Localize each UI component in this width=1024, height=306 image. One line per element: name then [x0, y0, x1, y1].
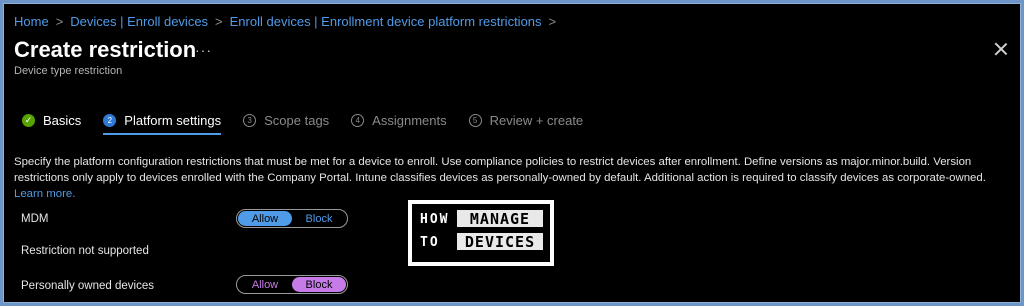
breadcrumb: Home > Devices | Enroll devices > Enroll dev…: [14, 14, 563, 29]
page-title: Create restriction: [14, 37, 197, 62]
description-text: Specify the platform configuration restr…: [14, 154, 1018, 202]
breadcrumb-separator: >: [548, 14, 557, 29]
page-subtitle: Device type restriction: [14, 65, 123, 77]
mdm-toggle[interactable]: Allow Block: [236, 209, 348, 228]
personally-owned-toggle[interactable]: Allow Block: [236, 275, 348, 294]
tab-review-create[interactable]: 5 Review + create: [468, 108, 584, 132]
logo-how: HOW: [420, 212, 450, 227]
personally-owned-block-option[interactable]: Block: [292, 277, 346, 292]
tab-label: Basics: [43, 112, 82, 128]
tab-scope-tags[interactable]: 3 Scope tags: [243, 108, 329, 132]
step-number-icon: 4: [351, 113, 365, 127]
description-body: Specify the platform configuration restr…: [14, 156, 986, 184]
logo-inner: HOW TO MANAGE DEVICES: [412, 204, 550, 262]
learn-more-link[interactable]: Learn more.: [14, 188, 75, 200]
mdm-allow-option[interactable]: Allow: [238, 211, 292, 226]
personally-owned-allow-option[interactable]: Allow: [238, 277, 292, 292]
restriction-not-supported-label: Restriction not supported: [21, 245, 149, 257]
step-number-icon: 2: [103, 113, 117, 127]
personally-owned-devices-label: Personally owned devices: [21, 280, 154, 292]
wizard-steps: ✓ Basics 2 Platform settings 3 Scope tag…: [22, 108, 605, 135]
tab-platform-settings[interactable]: 2 Platform settings: [103, 108, 222, 135]
tab-label: Platform settings: [124, 112, 222, 128]
tab-label: Scope tags: [264, 112, 330, 128]
breadcrumb-platform-restrictions[interactable]: Enroll devices | Enrollment device platf…: [230, 14, 542, 29]
breadcrumb-separator: >: [55, 14, 64, 29]
step-number-icon: 3: [243, 113, 257, 127]
more-options-button[interactable]: ···: [195, 42, 212, 58]
mdm-block-option[interactable]: Block: [292, 211, 346, 226]
tab-basics[interactable]: ✓ Basics: [22, 108, 81, 132]
create-restriction-panel: Home > Devices | Enroll devices > Enroll dev…: [3, 3, 1021, 303]
step-number-icon: 5: [468, 113, 482, 127]
breadcrumb-home[interactable]: Home: [14, 14, 49, 29]
tab-assignments[interactable]: 4 Assignments: [351, 108, 447, 132]
breadcrumb-enroll-devices[interactable]: Devices | Enroll devices: [70, 14, 208, 29]
tab-label: Review + create: [489, 112, 584, 128]
tab-label: Assignments: [372, 112, 447, 128]
breadcrumb-separator: >: [215, 14, 223, 29]
logo-manage: MANAGE: [457, 210, 543, 228]
checkmark-icon: ✓: [22, 113, 35, 127]
logo-devices: DEVICES: [457, 233, 543, 251]
how-to-manage-devices-logo: HOW TO MANAGE DEVICES: [408, 200, 554, 266]
logo-to: TO: [420, 235, 440, 250]
close-icon[interactable]: [994, 42, 1008, 56]
mdm-label: MDM: [21, 213, 49, 225]
